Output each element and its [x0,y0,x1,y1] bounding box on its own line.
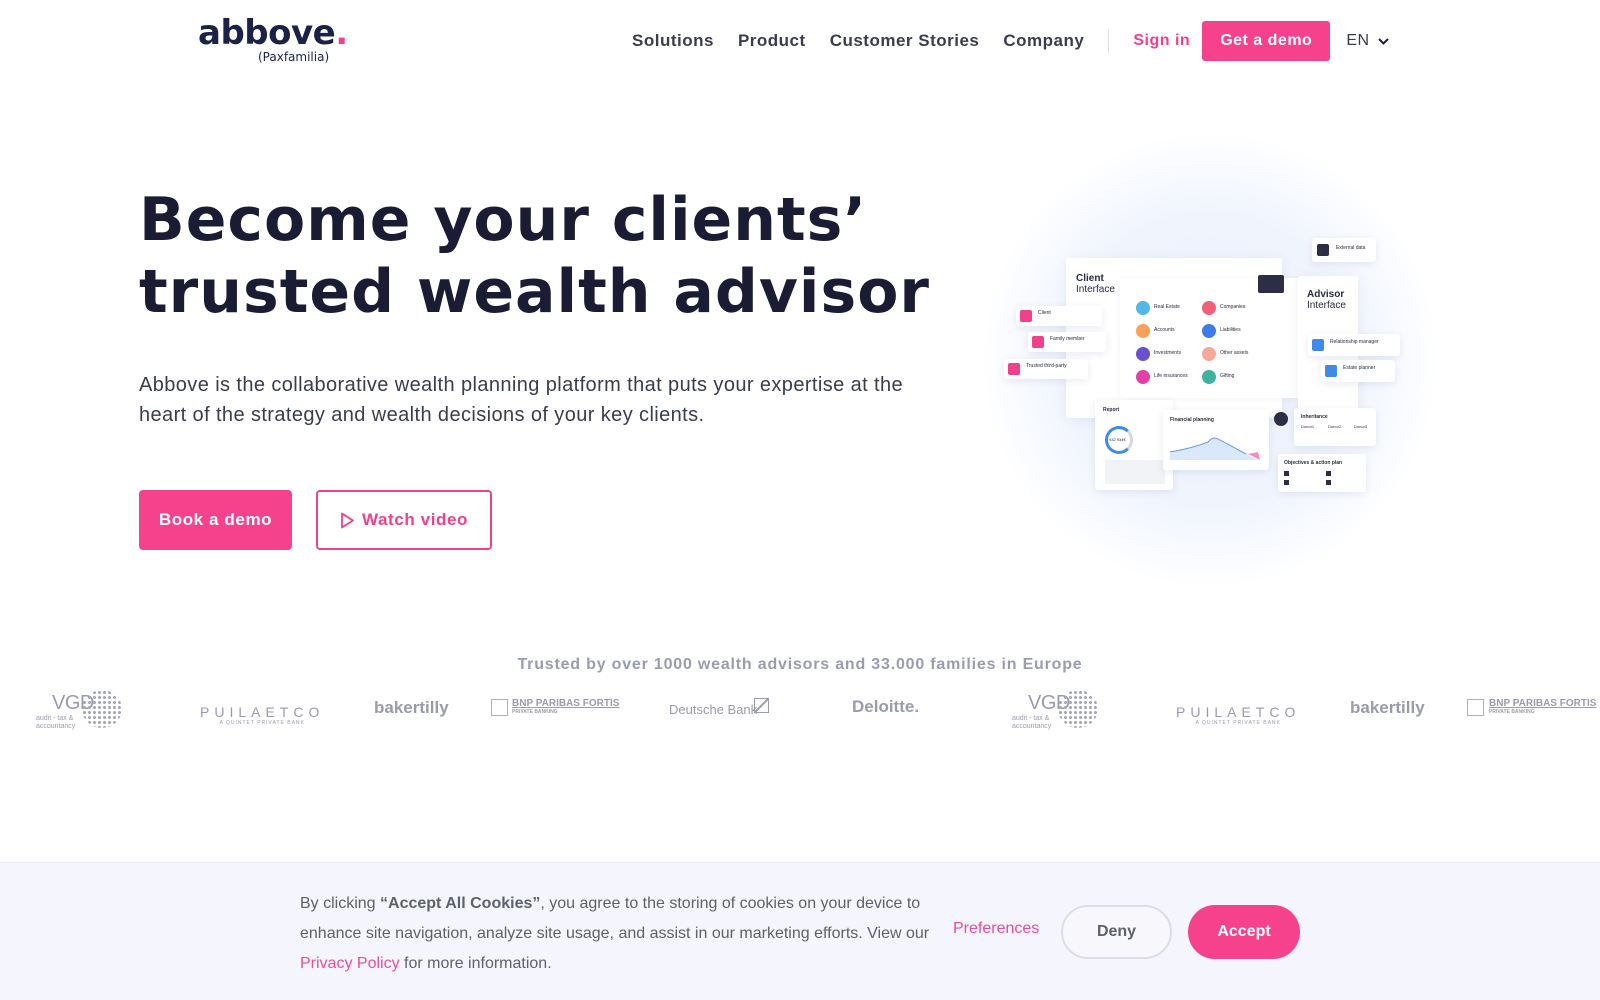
nav-item-company[interactable]: Company [1003,31,1084,51]
play-icon [341,512,354,528]
asset-label: Real Estate [1154,304,1180,310]
inheritance-card: Inheritance Donor1 Donor2 Donor3 [1294,408,1376,446]
checkbox-icon [1284,471,1289,476]
investments-icon [1136,347,1150,361]
trusted-text: Trusted by over 1000 wealth advisors and… [517,656,1083,673]
hero-title: Become your clients’ trusted wealth advi… [139,184,931,328]
brand-logo[interactable]: abbove. (Paxfamilia) [198,13,348,64]
privacy-policy-link[interactable]: Privacy Policy [300,955,400,972]
hero-actions: Book a demo Watch video [139,490,492,550]
partner-logos: VGD audit - tax & accountancy PUILAETCO … [0,690,1600,750]
hero-title-line-1: Become your clients’ [139,185,868,255]
deutsche-bank-slash-icon [754,698,769,713]
user-icon [1020,310,1032,322]
folder-icon [1258,275,1284,293]
get-demo-button[interactable]: Get a demo [1202,21,1331,61]
vgd-dots-icon [82,690,122,728]
nav-item-product[interactable]: Product [738,31,806,51]
product-illustration: Client Interface Real Estate Accounts In… [980,130,1440,590]
gifting-icon [1202,370,1216,384]
report-table [1105,460,1165,484]
logo-bnp-paribas-fortis: BNP PARIBAS FORTIS PRIVATE BANKING [1489,698,1597,715]
site-header: abbove. (Paxfamilia) Solutions Product C… [0,0,1600,82]
asset-label: Liabilities [1220,327,1241,333]
financial-planning-card: Financial planning [1163,410,1269,470]
client-interface-title: Client Interface [1076,273,1115,295]
bnp-box-icon [491,699,508,716]
real-estate-icon [1136,301,1150,315]
vgd-dots-icon [1058,690,1098,728]
checkbox-icon [1326,480,1331,485]
watch-video-button[interactable]: Watch video [316,490,492,550]
logo-deloitte: Deloitte. [852,697,920,716]
asset-label: Companies [1220,304,1246,310]
logo-puilaetco: PUILAETCO A QUINTET PRIVATE BANK [1176,704,1301,726]
logo-bakertilly: bakertilly [1350,698,1425,717]
objectives-card: Objectives & action plan [1278,454,1366,492]
report-card: Report 932 934€ [1095,400,1173,490]
role-card-estate-planner: Estate planner [1321,360,1395,382]
language-selector[interactable]: EN [1346,32,1389,50]
nav-item-solutions[interactable]: Solutions [632,31,714,51]
role-card-family-member: Family member [1028,332,1106,352]
bnp-box-icon [1467,699,1484,716]
logo-dot: . [335,13,348,53]
role-card-relationship-manager: Relationship manager [1308,334,1400,356]
user-icon [1325,365,1337,377]
asset-label: Other assets [1220,350,1249,356]
watch-video-label: Watch video [361,510,469,529]
planning-chart [1169,437,1260,460]
user-icon [1312,339,1324,351]
logo-subtitle: (Paxfamilia) [258,50,330,64]
cookie-message: By clicking “Accept All Cookies”, you ag… [300,895,930,972]
sign-in-link[interactable]: Sign in [1133,32,1190,50]
life-insurance-icon [1136,370,1150,384]
nav-item-customer-stories[interactable]: Customer Stories [830,31,980,51]
external-data-card: External data [1312,238,1376,262]
logo-bakertilly: bakertilly [374,698,449,717]
main-nav: Solutions Product Customer Stories Compa… [632,21,1389,61]
logo-puilaetco: PUILAETCO A QUINTET PRIVATE BANK [200,704,325,726]
user-icon [1032,336,1044,348]
chevron-down-icon [1377,37,1389,45]
cookie-deny-button[interactable]: Deny [1061,905,1172,959]
asset-label: Investments [1154,350,1181,356]
asset-label: Gifting [1220,373,1235,379]
role-card-client: Client [1016,306,1102,326]
language-label: EN [1346,32,1370,49]
checkbox-icon [1326,471,1331,476]
database-icon [1317,244,1329,256]
role-card-trusted-third-party: Trusted third-party [1004,359,1088,379]
logo-bnp-paribas-fortis: BNP PARIBAS FORTIS PRIVATE BANKING [512,698,620,715]
nav-divider [1108,29,1110,53]
asset-label: Life insurances [1154,373,1188,379]
checkbox-icon [1284,480,1289,485]
advisor-interface-title: Advisor Interface [1307,289,1346,311]
liabilities-icon [1202,324,1216,338]
hero-description: Abbove is the collaborative wealth plann… [139,374,904,426]
cookie-preferences-link[interactable]: Preferences [953,920,1039,938]
cookie-banner: By clicking “Accept All Cookies”, you ag… [0,862,1600,1000]
companies-icon [1202,301,1216,315]
cookie-accept-all-emphasis: “Accept All Cookies” [380,895,541,912]
other-assets-icon [1202,347,1216,361]
hero-title-line-2: trusted wealth advisor [139,257,931,327]
logo-deutsche-bank: Deutsche Bank [669,702,758,717]
asset-label: Accounts [1154,327,1175,333]
gift-icon [1274,412,1288,426]
accounts-icon [1136,324,1150,338]
user-icon [1008,363,1020,375]
book-demo-button[interactable]: Book a demo [139,490,292,550]
logo-text: abbove [198,13,336,53]
cookie-accept-button[interactable]: Accept [1188,905,1300,959]
